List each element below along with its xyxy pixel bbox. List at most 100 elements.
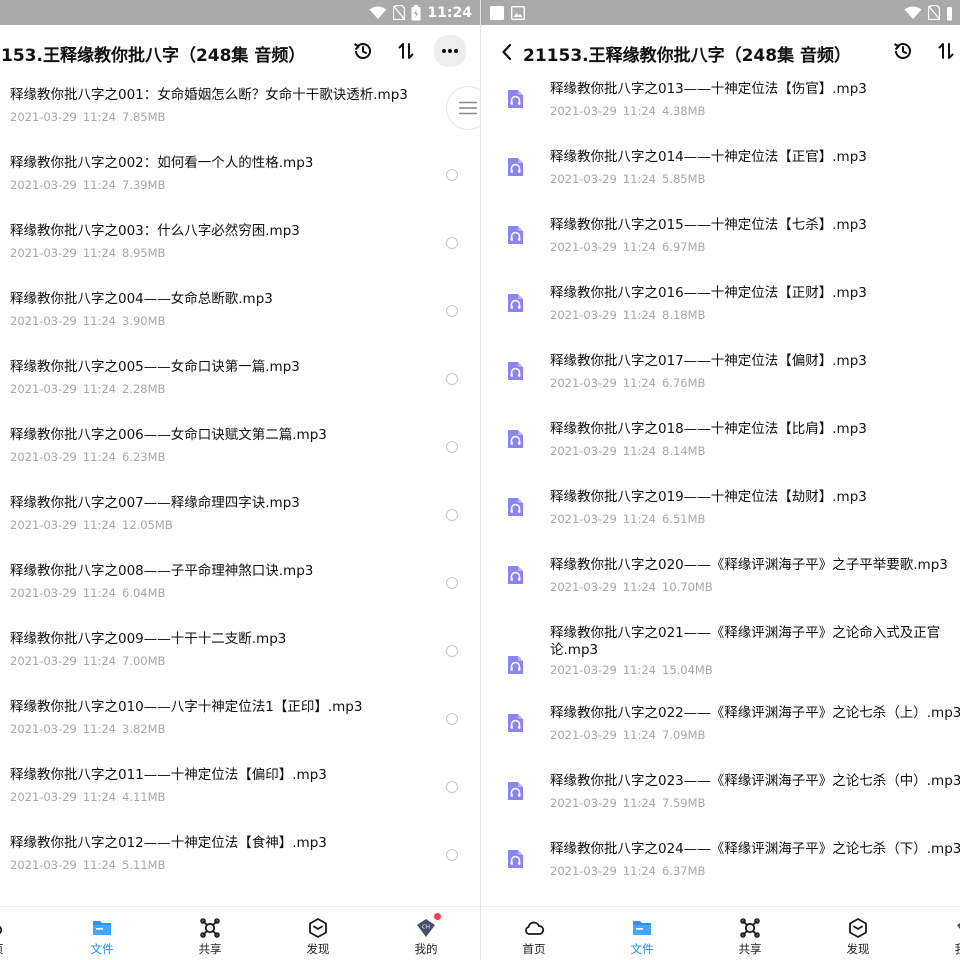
sort-button[interactable] [392,37,420,65]
file-meta: 2021-03-29 11:24 6.97MB [550,240,705,254]
file-meta: 2021-03-29 11:24 7.85MB [10,110,165,124]
file-name: 释缘教你批八字之015——十神定位法【七杀】.mp3 [550,217,867,233]
file-date: 2021-03-29 [10,110,77,124]
select-radio[interactable] [446,849,458,861]
file-time: 11:24 [82,246,116,260]
file-row[interactable]: 释缘教你批八字之006——女命口诀赋文第二篇.mp3 2021-03-29 11:2… [0,427,480,495]
file-row[interactable]: 释缘教你批八字之019——十神定位法【劫财】.mp3 2021-03-29 11:2… [481,489,960,557]
file-row[interactable]: 释缘教你批八字之017——十神定位法【偏财】.mp3 2021-03-29 11:2… [481,353,960,421]
file-size: 8.18MB [662,308,706,322]
select-radio[interactable] [446,577,458,589]
file-row[interactable]: 释缘教你批八字之007——释缘命理四字诀.mp3 2021-03-29 11:24 1… [0,495,480,563]
file-row[interactable]: 释缘教你批八字之024——《释缘评渊海子平》之论七杀（下）.mp3 2021-03… [481,841,960,906]
file-name: 释缘教你批八字之021——《释缘评渊海子平》之论命入式及正官论.mp3 [550,625,941,658]
file-name: 释缘教你批八字之023——《释缘评渊海子平》之论七杀（中）.mp3 [550,773,960,789]
file-date: 2021-03-29 [10,790,77,804]
file-row[interactable]: 释缘教你批八字之013——十神定位法【伤官】.mp3 2021-03-29 11:2… [481,81,960,149]
file-row[interactable]: 释缘教你批八字之001：女命婚姻怎么断？女命十干歌诀透析.mp3 2021-03-… [0,87,480,155]
page-title: 153.王释缘教你批八字（248集 音频） [1,46,306,66]
file-time: 11:24 [82,586,116,600]
more-button[interactable] [434,35,466,67]
select-radio[interactable] [446,509,458,521]
file-meta: 2021-03-29 11:24 6.23MB [10,450,165,464]
nav-item-folder[interactable]: 文件 [72,917,132,957]
nav-item-discover[interactable]: 发现 [288,917,348,957]
file-row[interactable]: 释缘教你批八字之023——《释缘评渊海子平》之论七杀（中）.mp3 2021-03… [481,773,960,841]
file-time: 11:24 [82,722,116,736]
file-time: 11:24 [622,240,656,254]
file-row[interactable]: 释缘教你批八字之005——女命口诀第一篇.mp3 2021-03-29 11:24 2… [0,359,480,427]
select-radio[interactable] [446,441,458,453]
file-meta: 2021-03-29 11:24 8.18MB [550,308,705,322]
file-name: 释缘教你批八字之018——十神定位法【比肩】.mp3 [550,421,867,437]
select-radio[interactable] [446,781,458,793]
file-name: 释缘教你批八字之001：女命婚姻怎么断？女命十干歌诀透析.mp3 [10,87,408,103]
select-radio[interactable] [446,645,458,657]
file-row[interactable]: 释缘教你批八字之008——子平命理神煞口诀.mp3 2021-03-29 11:24… [0,563,480,631]
file-row[interactable]: 释缘教你批八字之009——十干十二支断.mp3 2021-03-29 11:24 7.… [0,631,480,699]
select-radio[interactable] [446,373,458,385]
file-size: 6.51MB [662,512,706,526]
file-date: 2021-03-29 [550,240,617,254]
file-row[interactable]: 释缘教你批八字之003：什么八字必然穷困.mp3 2021-03-29 11:24 8… [0,223,480,291]
file-date: 2021-03-29 [10,858,77,872]
file-size: 10.70MB [662,580,713,594]
file-name: 释缘教你批八字之007——释缘命理四字诀.mp3 [10,495,300,511]
file-list: 释缘教你批八字之001：女命婚姻怎么断？女命十干歌诀透析.mp3 2021-03-… [0,79,480,906]
back-button[interactable] [495,40,519,64]
sort-button[interactable] [932,37,960,65]
file-size: 4.38MB [662,104,706,118]
select-radio[interactable] [446,237,458,249]
audio-file-icon [505,89,525,109]
nav-item-home-cloud[interactable]: 首页 [504,917,564,957]
history-button[interactable] [889,37,917,65]
file-row[interactable]: 释缘教你批八字之018——十神定位法【比肩】.mp3 2021-03-29 11:2… [481,421,960,489]
left-screen: 11:24 153.王释缘教你批八字（248集 音频） 释缘教你批八字之001：… [0,0,480,960]
audio-file-icon [505,293,525,313]
file-size: 6.97MB [662,240,706,254]
file-row[interactable]: 释缘教你批八字之010——八字十神定位法1【正印】.mp3 2021-03-29 1… [0,699,480,767]
nav-item-share[interactable]: 共享 [180,917,240,957]
file-size: 6.37MB [662,864,706,878]
nav-item-profile[interactable]: CH 我的 [396,913,456,957]
file-row[interactable]: 释缘教你批八字之021——《释缘评渊海子平》之论命入式及正官论.mp3 2021-… [481,625,960,705]
file-time: 11:24 [82,382,116,396]
nav-label: 首页 [522,942,546,956]
file-size: 5.11MB [122,858,166,872]
nav-label: 文件 [90,942,114,956]
file-row[interactable]: 释缘教你批八字之014——十神定位法【正官】.mp3 2021-03-29 11:2… [481,149,960,217]
file-row[interactable]: 释缘教你批八字之011——十神定位法【偏印】.mp3 2021-03-29 11:2… [0,767,480,835]
folder-icon [631,917,653,939]
file-row[interactable]: 释缘教你批八字之004——女命总断歌.mp3 2021-03-29 11:24 3.9… [0,291,480,359]
file-time: 11:24 [622,444,656,458]
file-row[interactable]: 释缘教你批八字之020——《释缘评渊海子平》之子平举要歌.mp3 2021-03-… [481,557,960,625]
file-row[interactable]: 释缘教你批八字之016——十神定位法【正财】.mp3 2021-03-29 11:2… [481,285,960,353]
nav-item-profile[interactable]: CH 我的 [936,917,960,957]
nav-item-share[interactable]: 共享 [720,917,780,957]
nav-item-discover[interactable]: 发现 [828,917,888,957]
file-date: 2021-03-29 [550,376,617,390]
home-cloud-icon [0,917,3,939]
file-row[interactable]: 释缘教你批八字之015——十神定位法【七杀】.mp3 2021-03-29 11:2… [481,217,960,285]
file-date: 2021-03-29 [550,728,617,742]
file-row[interactable]: 释缘教你批八字之012——十神定位法【食神】.mp3 2021-03-29 11:2… [0,835,480,903]
file-name: 释缘教你批八字之012——十神定位法【食神】.mp3 [10,835,327,851]
file-size: 8.95MB [122,246,166,260]
select-radio[interactable] [446,305,458,317]
nav-label: 我的 [414,942,438,956]
file-name: 释缘教你批八字之009——十干十二支断.mp3 [10,631,287,647]
sort-icon [938,43,954,59]
file-size: 6.76MB [662,376,706,390]
select-radio[interactable] [446,713,458,725]
nav-item-folder[interactable]: 文件 [612,917,672,957]
history-button[interactable] [349,37,377,65]
file-meta: 2021-03-29 11:24 7.39MB [10,178,165,192]
file-time: 11:24 [82,858,116,872]
discover-icon [847,917,869,939]
select-radio[interactable] [446,169,458,181]
nav-item-home-cloud[interactable]: 首页 [0,917,22,957]
file-time: 11:24 [622,308,656,322]
file-time: 11:24 [622,104,656,118]
file-row[interactable]: 释缘教你批八字之022——《释缘评渊海子平》之论七杀（上）.mp3 2021-03… [481,705,960,773]
file-row[interactable]: 释缘教你批八字之002：如何看一个人的性格.mp3 2021-03-29 11:24… [0,155,480,223]
